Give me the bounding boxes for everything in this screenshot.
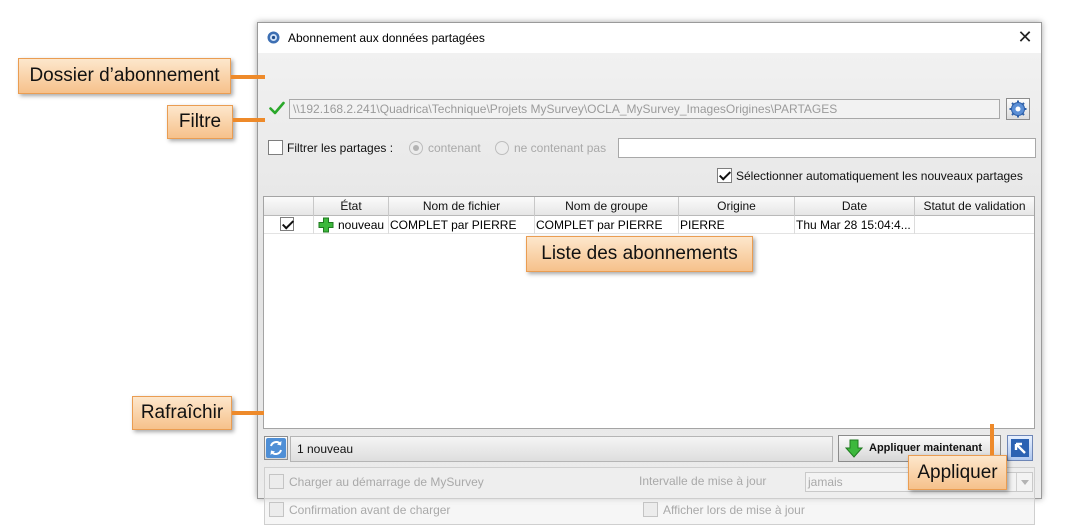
callout-filter: Filtre xyxy=(167,105,233,139)
close-icon: ✕ xyxy=(1017,27,1033,47)
callout-refresh-arrow xyxy=(232,411,264,415)
column-header-date[interactable]: Date xyxy=(795,197,915,216)
plus-icon xyxy=(318,217,334,233)
callout-folder: Dossier d’abonnement xyxy=(18,58,231,94)
gear-icon xyxy=(1009,100,1027,118)
chevron-down-icon xyxy=(1016,473,1032,491)
row-file-name: COMPLET par PIERRE xyxy=(389,216,535,234)
exit-button[interactable] xyxy=(1007,435,1033,461)
download-arrow-icon xyxy=(845,439,863,458)
filter-contains-label: contenant xyxy=(428,141,481,155)
row-origin: PIERRE xyxy=(679,216,795,234)
row-group-name: COMPLET par PIERRE xyxy=(535,216,679,234)
filter-text-input[interactable] xyxy=(618,138,1036,158)
confirm-before-load-checkbox[interactable] xyxy=(269,502,284,517)
callout-apply: Appliquer xyxy=(908,455,1007,490)
table-header: État Nom de fichier Nom de groupe Origin… xyxy=(264,197,1034,216)
callout-apply-arrow xyxy=(990,424,994,455)
dialog-body: \\192.168.2.241\Quadrica\Technique\Proje… xyxy=(258,53,1041,525)
confirm-before-load-label: Confirmation avant de charger xyxy=(289,503,451,517)
row-select-checkbox[interactable] xyxy=(280,217,294,231)
row-select-cell xyxy=(264,216,314,234)
annotated-screenshot: Abonnement aux données partagées ✕ \\192… xyxy=(0,0,1068,527)
filter-contains-radio[interactable] xyxy=(409,141,423,155)
app-logo-icon xyxy=(267,31,280,44)
close-button[interactable]: ✕ xyxy=(1009,23,1041,53)
filter-not-contains-label: ne contenant pas xyxy=(514,141,607,155)
callout-filter-arrow xyxy=(233,118,265,122)
callout-folder-arrow xyxy=(231,75,265,79)
column-header-select[interactable] xyxy=(264,197,314,216)
column-header-group-name[interactable]: Nom de groupe xyxy=(535,197,679,216)
check-icon xyxy=(269,101,285,115)
column-header-validation[interactable]: Statut de validation xyxy=(915,197,1034,216)
load-at-startup-label: Charger au démarrage de MySurvey xyxy=(289,475,484,489)
subscriptions-table: État Nom de fichier Nom de groupe Origin… xyxy=(263,196,1035,429)
subscription-folder-field[interactable]: \\192.168.2.241\Quadrica\Technique\Proje… xyxy=(289,99,1000,119)
folder-settings-button[interactable] xyxy=(1006,98,1030,120)
row-date: Thu Mar 28 15:04:4... xyxy=(795,216,915,234)
exit-arrow-icon xyxy=(1011,439,1029,457)
interval-label: Intervalle de mise à jour xyxy=(639,474,767,488)
callout-list: Liste des abonnements xyxy=(526,236,753,272)
auto-select-checkbox[interactable] xyxy=(717,168,732,183)
filter-checkbox[interactable] xyxy=(268,140,283,155)
column-header-origin[interactable]: Origine xyxy=(679,197,795,216)
refresh-button[interactable] xyxy=(264,436,288,460)
window-title: Abonnement aux données partagées xyxy=(288,31,485,45)
interval-value: jamais xyxy=(808,475,843,489)
row-validation xyxy=(915,216,1034,234)
status-field: 1 nouveau xyxy=(290,436,833,462)
load-at-startup-checkbox[interactable] xyxy=(269,474,284,489)
row-state-cell: nouveau xyxy=(314,216,389,234)
auto-select-label: Sélectionner automatiquement les nouveau… xyxy=(736,169,1023,183)
column-header-state[interactable]: État xyxy=(314,197,389,216)
show-on-update-label: Afficher lors de mise à jour xyxy=(663,503,805,517)
table-row[interactable]: nouveau COMPLET par PIERRE COMPLET par P… xyxy=(264,216,1034,234)
title-bar: Abonnement aux données partagées ✕ xyxy=(258,23,1041,53)
apply-now-label: Appliquer maintenant xyxy=(869,442,983,454)
refresh-icon xyxy=(266,438,286,458)
row-state-text: nouveau xyxy=(338,218,385,232)
column-header-file-name[interactable]: Nom de fichier xyxy=(389,197,535,216)
callout-refresh: Rafraîchir xyxy=(132,396,232,430)
show-on-update-checkbox[interactable] xyxy=(643,502,658,517)
filter-not-contains-radio[interactable] xyxy=(495,141,509,155)
filter-label: Filtrer les partages : xyxy=(287,141,394,155)
